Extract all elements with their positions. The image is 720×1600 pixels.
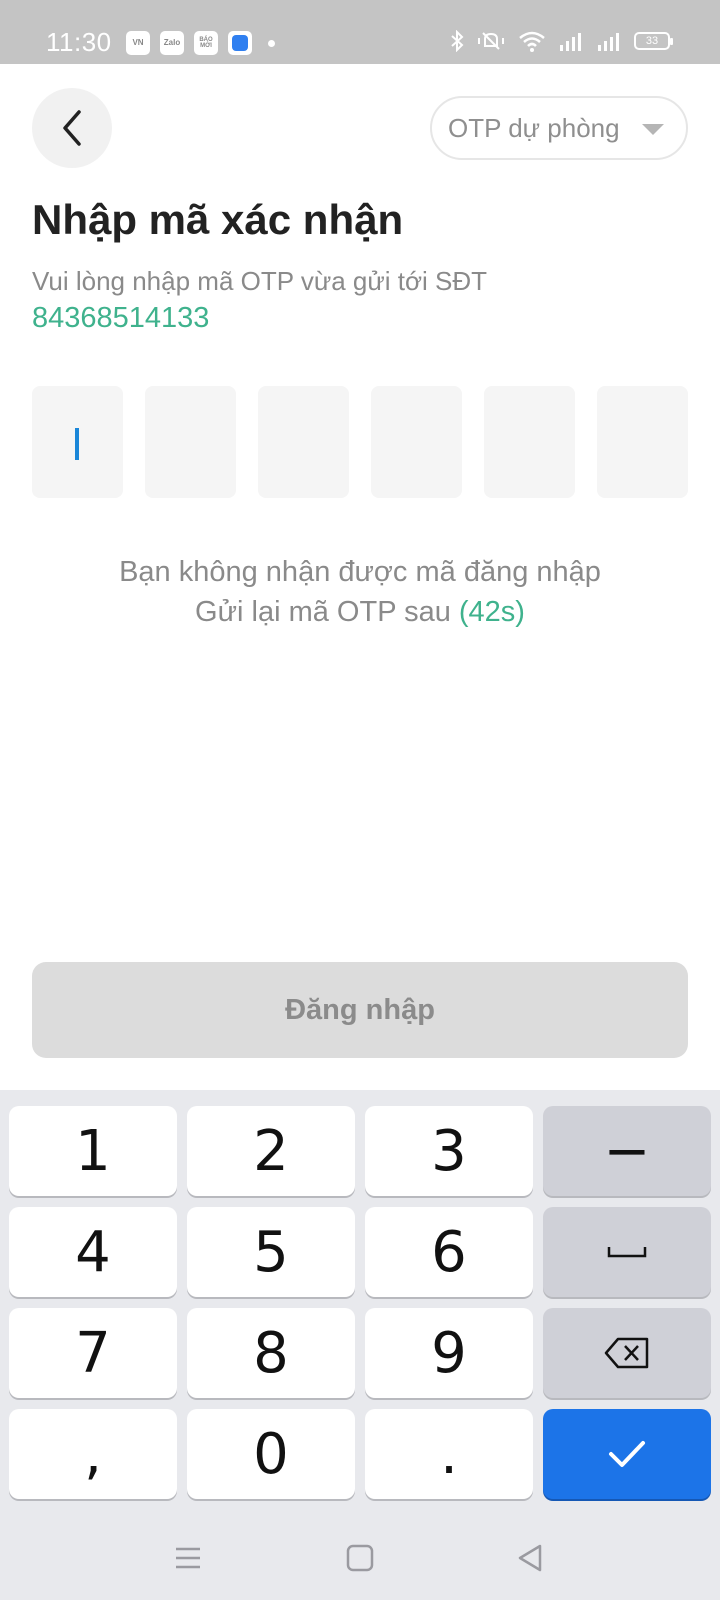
key-7[interactable]: 7 bbox=[9, 1308, 177, 1398]
silent-bell-icon bbox=[478, 32, 504, 50]
vnexpress-icon: VN bbox=[126, 31, 150, 55]
triangle-back-icon bbox=[518, 1544, 542, 1572]
otp-backup-dropdown[interactable]: OTP dự phòng bbox=[430, 96, 688, 160]
key-backspace[interactable] bbox=[543, 1308, 711, 1398]
caret-down-icon bbox=[642, 124, 664, 135]
battery-icon: 33 bbox=[634, 32, 673, 50]
otp-digit-input[interactable] bbox=[258, 386, 349, 498]
key-period[interactable]: . bbox=[365, 1409, 533, 1499]
key-3[interactable]: 3 bbox=[365, 1106, 533, 1196]
resend-countdown: (42s) bbox=[458, 596, 525, 628]
status-bar: 11:30 VN Zalo BÁO MỚI 33 bbox=[0, 0, 720, 64]
otp-digit-input[interactable] bbox=[32, 386, 123, 498]
menu-nav-button[interactable] bbox=[168, 1542, 208, 1574]
otp-digit-input[interactable] bbox=[371, 386, 462, 498]
key-space[interactable] bbox=[543, 1207, 711, 1297]
not-received-text: Bạn không nhận được mã đăng nhập bbox=[119, 556, 601, 588]
page-title: Nhập mã xác nhận bbox=[32, 196, 404, 243]
key-2[interactable]: 2 bbox=[187, 1106, 355, 1196]
home-square-icon bbox=[346, 1544, 374, 1572]
resend-line: Gửi lại mã OTP sau (42s) bbox=[0, 592, 720, 632]
notification-icons: VN Zalo BÁO MỚI bbox=[126, 31, 275, 55]
chevron-left-icon bbox=[63, 110, 81, 146]
status-time: 11:30 bbox=[46, 27, 112, 57]
otp-input-row bbox=[32, 386, 688, 498]
menu-icon bbox=[176, 1547, 200, 1569]
numeric-keyboard: 1 2 3 − 4 5 6 7 8 9 , 0 . bbox=[0, 1090, 720, 1514]
wifi-icon bbox=[519, 31, 545, 52]
back-button[interactable] bbox=[32, 88, 112, 168]
text-cursor bbox=[75, 428, 79, 460]
resend-prefix: Gửi lại mã OTP sau bbox=[195, 596, 451, 628]
space-bar-icon bbox=[607, 1247, 647, 1258]
login-button[interactable]: Đăng nhập bbox=[32, 962, 688, 1058]
resend-info: Bạn không nhận được mã đăng nhập Gửi lại… bbox=[0, 552, 720, 632]
key-0[interactable]: 0 bbox=[187, 1409, 355, 1499]
key-9[interactable]: 9 bbox=[365, 1308, 533, 1398]
key-1[interactable]: 1 bbox=[9, 1106, 177, 1196]
key-minus[interactable]: − bbox=[543, 1106, 711, 1196]
key-6[interactable]: 6 bbox=[365, 1207, 533, 1297]
baomoi-icon: BÁO MỚI bbox=[194, 31, 218, 55]
more-notifications-dot bbox=[268, 39, 275, 47]
otp-digit-input[interactable] bbox=[597, 386, 688, 498]
bluetooth-icon bbox=[451, 30, 464, 52]
zalo-icon: Zalo bbox=[160, 31, 184, 55]
blue-app-icon bbox=[228, 31, 252, 55]
otp-digit-input[interactable] bbox=[145, 386, 236, 498]
phone-number: 84368514133 bbox=[32, 302, 210, 334]
otp-dropdown-label: OTP dự phòng bbox=[448, 112, 620, 143]
backspace-icon bbox=[604, 1337, 649, 1369]
key-comma[interactable]: , bbox=[9, 1409, 177, 1499]
key-5[interactable]: 5 bbox=[187, 1207, 355, 1297]
back-nav-button[interactable] bbox=[510, 1542, 550, 1574]
signal-icon bbox=[560, 33, 581, 51]
checkmark-icon bbox=[609, 1441, 645, 1467]
key-enter[interactable] bbox=[543, 1409, 711, 1499]
instruction-text: Vui lòng nhập mã OTP vừa gửi tới SĐT bbox=[32, 266, 488, 296]
key-4[interactable]: 4 bbox=[9, 1207, 177, 1297]
home-nav-button[interactable] bbox=[340, 1542, 380, 1574]
key-8[interactable]: 8 bbox=[187, 1308, 355, 1398]
otp-digit-input[interactable] bbox=[484, 386, 575, 498]
system-nav-bar bbox=[0, 1514, 720, 1600]
signal-icon-2 bbox=[598, 33, 619, 51]
system-icons: 33 bbox=[450, 30, 673, 52]
